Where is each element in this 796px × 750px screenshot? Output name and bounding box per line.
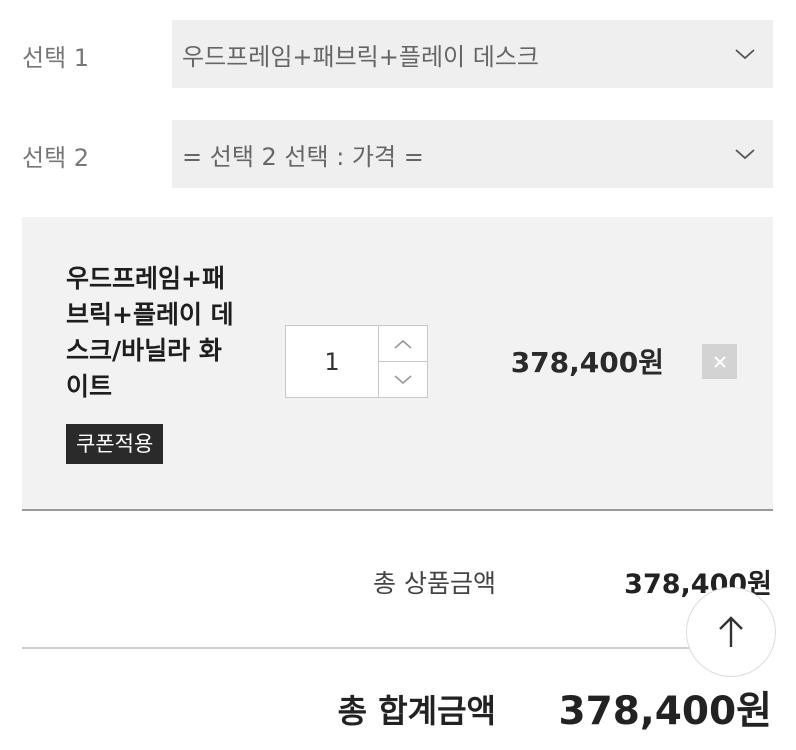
arrow-up-icon [719, 616, 743, 647]
selected-item-panel: 우드프레임+패 브릭+플레이 데 스크/바닐라 화 이트 쿠폰적용 1 378,… [22, 217, 773, 511]
chevron-down-icon [725, 34, 765, 74]
scroll-to-top-button[interactable] [686, 587, 776, 677]
divider [22, 647, 773, 649]
option-1-select[interactable]: 우드프레임+패브릭+플레이 데스크 [172, 20, 773, 88]
item-price: 378,400원 [510, 346, 664, 379]
chevron-up-icon [394, 339, 412, 349]
grand-total-label: 총 합계금액 [337, 692, 496, 730]
quantity-stepper: 1 [285, 325, 428, 398]
product-total-label: 총 상품금액 [373, 569, 496, 598]
quantity-input[interactable]: 1 [286, 326, 379, 397]
coupon-badge[interactable]: 쿠폰적용 [66, 424, 164, 464]
remove-item-button[interactable] [702, 344, 737, 379]
chevron-down-icon [394, 374, 412, 384]
item-name-line: 이트 [66, 372, 113, 401]
option-1-value: 우드프레임+패브릭+플레이 데스크 [182, 42, 539, 71]
option-2-select[interactable]: = 선택 2 선택 : 가격 = [172, 120, 773, 188]
item-name-line: 우드프레임+패 [66, 264, 225, 293]
grand-total-value: 378,400원 [558, 689, 772, 734]
chevron-down-icon [725, 134, 765, 174]
option-2-label: 선택 2 [22, 144, 90, 172]
quantity-increase-button[interactable] [379, 326, 427, 361]
option-1-label: 선택 1 [22, 44, 90, 72]
quantity-decrease-button[interactable] [379, 361, 427, 397]
item-name: 우드프레임+패 브릭+플레이 데 스크/바닐라 화 이트 [66, 261, 256, 405]
item-name-line: 스크/바닐라 화 [66, 336, 222, 365]
close-icon [713, 355, 726, 368]
option-2-value: = 선택 2 선택 : 가격 = [182, 142, 424, 171]
item-name-line: 브릭+플레이 데 [66, 300, 234, 329]
